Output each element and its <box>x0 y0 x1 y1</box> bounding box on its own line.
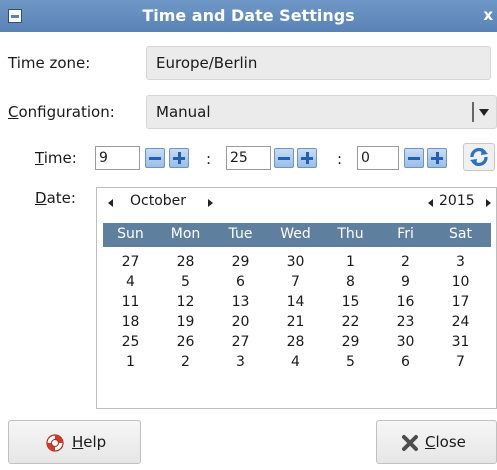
weekday-header-cell: Thu <box>337 226 364 242</box>
configuration-dropdown[interactable]: Manual <box>146 95 497 129</box>
window-title: Time and Date Settings <box>142 6 355 25</box>
next-year-icon[interactable] <box>486 199 491 207</box>
hour-input[interactable]: 9 <box>95 146 140 170</box>
calendar-day[interactable]: 4 <box>103 274 158 290</box>
weekday-header-cell: Sun <box>117 226 144 242</box>
calendar-day[interactable]: 2 <box>378 254 433 270</box>
calendar-day[interactable]: 31 <box>433 334 488 350</box>
minute-input[interactable]: 25 <box>226 146 271 170</box>
date-label: Date: <box>35 189 76 207</box>
calendar-day[interactable]: 20 <box>213 314 268 330</box>
calendar-day[interactable]: 27 <box>103 254 158 270</box>
prev-month-icon[interactable] <box>108 199 113 207</box>
calendar-day[interactable]: 6 <box>378 354 433 370</box>
calendar-day[interactable]: 4 <box>268 354 323 370</box>
weekday-header-cell: Wed <box>280 226 311 242</box>
calendar-day[interactable]: 21 <box>268 314 323 330</box>
window-close-icon[interactable]: x <box>483 6 493 24</box>
weekday-header-cell: Sat <box>449 226 472 242</box>
configuration-label: Configuration: <box>8 103 115 121</box>
hour-increment-icon[interactable] <box>169 148 189 168</box>
calendar[interactable]: October 2015 Sun Mon Tue Wed Thu Fri Sat 27 28 2… <box>96 187 497 409</box>
calendar-day[interactable]: 23 <box>378 314 433 330</box>
second-increment-icon[interactable] <box>427 148 447 168</box>
calendar-day[interactable]: 3 <box>213 354 268 370</box>
chevron-down-icon[interactable] <box>472 102 492 122</box>
calendar-month: October <box>130 193 187 209</box>
calendar-day[interactable]: 27 <box>213 334 268 350</box>
calendar-year: 2015 <box>439 193 475 209</box>
close-button-label: Close <box>425 433 466 451</box>
next-month-icon[interactable] <box>208 199 213 207</box>
close-x-icon <box>402 435 418 451</box>
calendar-day[interactable]: 11 <box>103 294 158 310</box>
calendar-day[interactable]: 10 <box>433 274 488 290</box>
calendar-day[interactable]: 22 <box>323 314 378 330</box>
second-input[interactable]: 0 <box>357 146 399 170</box>
lifebuoy-icon <box>46 434 64 452</box>
close-button[interactable]: Close <box>376 420 497 464</box>
hour-decrement-icon[interactable] <box>145 148 165 168</box>
calendar-day[interactable]: 16 <box>378 294 433 310</box>
calendar-day[interactable]: 3 <box>433 254 488 270</box>
calendar-day[interactable]: 7 <box>433 354 488 370</box>
weekday-header-cell: Tue <box>228 226 253 242</box>
calendar-day[interactable]: 30 <box>378 334 433 350</box>
calendar-day[interactable]: 29 <box>213 254 268 270</box>
calendar-day[interactable]: 2 <box>158 354 213 370</box>
calendar-day[interactable]: 7 <box>268 274 323 290</box>
calendar-day[interactable]: 5 <box>158 274 213 290</box>
second-decrement-icon[interactable] <box>404 148 424 168</box>
time-separator: : <box>337 150 343 168</box>
calendar-day[interactable]: 14 <box>268 294 323 310</box>
minute-increment-icon[interactable] <box>297 148 317 168</box>
timezone-value: Europe/Berlin <box>156 54 258 72</box>
calendar-day[interactable]: 26 <box>158 334 213 350</box>
prev-year-icon[interactable] <box>428 199 433 207</box>
weekday-header-cell: Mon <box>170 226 201 242</box>
calendar-day[interactable]: 28 <box>158 254 213 270</box>
configuration-value: Manual <box>156 103 211 121</box>
timezone-field[interactable]: Europe/Berlin <box>146 46 491 80</box>
calendar-day[interactable]: 28 <box>268 334 323 350</box>
calendar-day[interactable]: 25 <box>103 334 158 350</box>
calendar-day[interactable]: 19 <box>158 314 213 330</box>
time-label: Time: <box>35 149 77 167</box>
calendar-day[interactable]: 9 <box>378 274 433 290</box>
weekday-header-cell: Fri <box>397 226 414 242</box>
time-separator: : <box>206 150 212 168</box>
calendar-day[interactable]: 8 <box>323 274 378 290</box>
title-bar: Time and Date Settings x <box>0 0 497 32</box>
calendar-day[interactable]: 17 <box>433 294 488 310</box>
calendar-day[interactable]: 5 <box>323 354 378 370</box>
weekday-header: Sun Mon Tue Wed Thu Fri Sat <box>103 223 491 247</box>
help-button[interactable]: Help <box>8 420 141 464</box>
calendar-day[interactable]: 1 <box>323 254 378 270</box>
calendar-day[interactable]: 6 <box>213 274 268 290</box>
calendar-day[interactable]: 1 <box>103 354 158 370</box>
calendar-day[interactable]: 29 <box>323 334 378 350</box>
calendar-day[interactable]: 15 <box>323 294 378 310</box>
calendar-day[interactable]: 12 <box>158 294 213 310</box>
calendar-day[interactable]: 30 <box>268 254 323 270</box>
refresh-icon <box>470 148 488 166</box>
refresh-button[interactable] <box>463 143 495 171</box>
calendar-day[interactable]: 13 <box>213 294 268 310</box>
minute-decrement-icon[interactable] <box>274 148 294 168</box>
calendar-day[interactable]: 18 <box>103 314 158 330</box>
help-button-label: Help <box>72 433 107 451</box>
timezone-label: Time zone: <box>8 54 91 72</box>
calendar-day[interactable]: 24 <box>433 314 488 330</box>
